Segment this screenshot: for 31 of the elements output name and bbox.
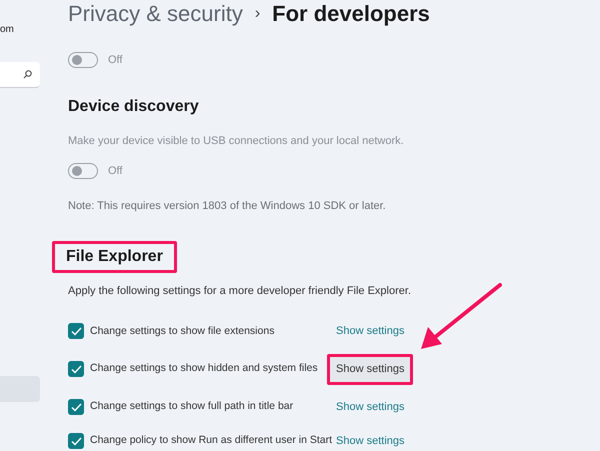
- checkbox-label: Change policy to show Run as different user in Start: [90, 433, 334, 448]
- section-description: Apply the following settings for a more developer friendly File Explorer.: [68, 284, 412, 299]
- show-settings-link[interactable]: Show settings: [336, 398, 404, 416]
- checkbox-label: Change settings to show file extensions: [90, 324, 276, 339]
- toggle-label: Off: [108, 164, 122, 179]
- note-text: Note: This requires version 1803 of the Windows 10 SDK or later.: [68, 198, 387, 214]
- show-settings-link[interactable]: Show settings: [327, 354, 414, 385]
- search-field[interactable]: [0, 62, 40, 88]
- section-description: Make your device visible to USB connections and your local network.: [68, 134, 405, 148]
- check-icon: [70, 402, 82, 412]
- checkbox-label: Change settings to show full path in title bar: [90, 399, 294, 414]
- checkbox[interactable]: [68, 323, 84, 340]
- page-title: For developers: [272, 0, 430, 28]
- search-icon: [23, 70, 32, 79]
- checkbox-label: Change settings to show hidden and system files: [90, 361, 319, 376]
- section-heading: Device discovery: [68, 96, 199, 116]
- breadcrumb-link[interactable]: Privacy & security: [68, 0, 243, 28]
- breadcrumb-separator: ›: [254, 4, 260, 24]
- show-settings-link[interactable]: Show settings: [336, 432, 405, 450]
- check-icon: [70, 436, 82, 446]
- toggle-label: Off: [108, 53, 122, 68]
- check-icon: [70, 326, 82, 336]
- checkbox[interactable]: [68, 433, 84, 450]
- check-icon: [70, 364, 82, 374]
- toggle-switch[interactable]: [68, 52, 98, 68]
- show-settings-link[interactable]: Show settings: [336, 323, 404, 340]
- checkbox[interactable]: [68, 399, 84, 416]
- toggle-switch[interactable]: [68, 163, 98, 180]
- account-email: om: [0, 23, 15, 37]
- section-heading: File Explorer: [52, 241, 177, 273]
- checkbox[interactable]: [68, 361, 84, 378]
